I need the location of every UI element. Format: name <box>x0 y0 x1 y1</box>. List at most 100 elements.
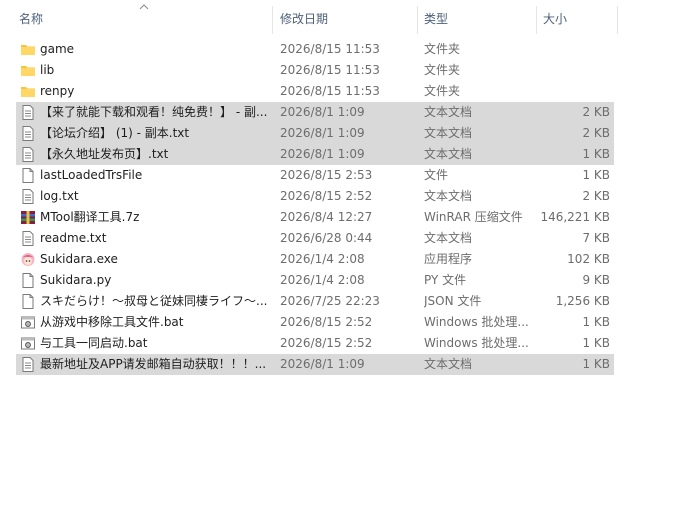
file-row[interactable]: 最新地址及APP请发邮箱自动获取！！！... 2026/8/1 1:09 文本文档 1… <box>16 354 614 375</box>
file-row[interactable]: 与工具一同启动.bat 2026/8/15 2:52 Windows 批处理... 1… <box>16 333 614 354</box>
file-name: game <box>40 42 75 56</box>
column-header-type-label: 类型 <box>424 12 449 26</box>
file-name: Sukidara.py <box>40 273 112 287</box>
winrar-archive-icon <box>20 209 36 226</box>
file-name: 【来了就能下载和观看！纯免费！】 - 副... <box>40 105 268 119</box>
file-type: 文本文档 <box>424 357 473 371</box>
file-row[interactable]: lib 2026/8/15 11:53 文件夹 <box>16 60 614 81</box>
file-row[interactable]: lastLoadedTrsFile 2026/8/15 2:53 文件 1 KB <box>16 165 614 186</box>
file-type: 文本文档 <box>424 105 473 119</box>
batch-file-icon <box>20 314 36 331</box>
column-header-modified[interactable]: 修改日期 <box>275 0 417 36</box>
file-modified-date: 2026/8/4 12:27 <box>280 210 373 224</box>
file-name: スキだらけ！～叔母と従妹同棲ライフ～... <box>40 294 268 308</box>
file-type: 文本文档 <box>424 147 473 161</box>
file-name: 从游戏中移除工具文件.bat <box>40 315 184 329</box>
file-row[interactable]: 【永久地址发布页】.txt 2026/8/1 1:09 文本文档 1 KB <box>16 144 614 165</box>
file-row[interactable]: game 2026/8/15 11:53 文件夹 <box>16 39 614 60</box>
column-header-name[interactable]: 名称 <box>14 0 272 36</box>
file-modified-date: 2026/8/15 11:53 <box>280 42 380 56</box>
file-name: Sukidara.exe <box>40 252 118 266</box>
file-type: 文件夹 <box>424 42 461 56</box>
column-header-modified-label: 修改日期 <box>280 12 329 26</box>
file-row[interactable]: 从游戏中移除工具文件.bat 2026/8/15 2:52 Windows 批处理.… <box>16 312 614 333</box>
file-type: 应用程序 <box>424 252 473 266</box>
column-header-bar: 名称 修改日期 类型 大小 <box>0 0 687 36</box>
file-type: Windows 批处理... <box>424 315 529 329</box>
batch-file-icon <box>20 335 36 352</box>
file-size: 1 KB <box>582 168 610 182</box>
file-row[interactable]: Sukidara.exe 2026/1/4 2:08 应用程序 102 KB <box>16 249 614 270</box>
file-size: 1 KB <box>582 315 610 329</box>
file-type: 文件 <box>424 168 449 182</box>
text-file-icon <box>20 230 36 247</box>
file-size: 1,256 KB <box>555 294 610 308</box>
file-modified-date: 2026/1/4 2:08 <box>280 273 365 287</box>
file-name: lastLoadedTrsFile <box>40 168 143 182</box>
file-modified-date: 2026/7/25 22:23 <box>280 294 380 308</box>
anime-app-icon <box>20 251 36 268</box>
column-divider[interactable] <box>617 6 618 34</box>
file-modified-date: 2026/8/1 1:09 <box>280 147 365 161</box>
file-name: readme.txt <box>40 231 107 245</box>
file-name: lib <box>40 63 55 77</box>
file-modified-date: 2026/6/28 0:44 <box>280 231 373 245</box>
text-file-icon <box>20 125 36 142</box>
file-size: 102 KB <box>567 252 610 266</box>
file-modified-date: 2026/8/15 2:53 <box>280 168 373 182</box>
file-size: 2 KB <box>582 105 610 119</box>
column-divider[interactable] <box>536 6 537 34</box>
file-type: 文件夹 <box>424 84 461 98</box>
file-modified-date: 2026/8/1 1:09 <box>280 126 365 140</box>
file-modified-date: 2026/1/4 2:08 <box>280 252 365 266</box>
file-size: 7 KB <box>582 231 610 245</box>
column-divider[interactable] <box>417 6 418 34</box>
file-type: Windows 批处理... <box>424 336 529 350</box>
file-type: WinRAR 压缩文件 <box>424 210 523 224</box>
file-modified-date: 2026/8/1 1:09 <box>280 357 365 371</box>
file-row[interactable]: Sukidara.py 2026/1/4 2:08 PY 文件 9 KB <box>16 270 614 291</box>
column-header-size-label: 大小 <box>543 12 568 26</box>
folder-icon <box>20 41 36 58</box>
file-size: 1 KB <box>582 147 610 161</box>
file-name: renpy <box>40 84 75 98</box>
file-name: log.txt <box>40 189 79 203</box>
file-row[interactable]: log.txt 2026/8/15 2:52 文本文档 2 KB <box>16 186 614 207</box>
file-modified-date: 2026/8/1 1:09 <box>280 105 365 119</box>
text-file-icon <box>20 356 36 373</box>
file-type: 文件夹 <box>424 63 461 77</box>
file-size: 2 KB <box>582 126 610 140</box>
file-row[interactable]: 【来了就能下载和观看！纯免费！】 - 副... 2026/8/1 1:09 文本文档… <box>16 102 614 123</box>
file-modified-date: 2026/8/15 2:52 <box>280 336 373 350</box>
python-file-icon <box>20 272 36 289</box>
file-name: 与工具一同启动.bat <box>40 336 148 350</box>
text-file-icon <box>20 104 36 121</box>
file-row[interactable]: MTool翻译工具.7z 2026/8/4 12:27 WinRAR 压缩文件 146… <box>16 207 614 228</box>
column-header-name-label: 名称 <box>19 12 44 26</box>
file-name: 最新地址及APP请发邮箱自动获取！！！... <box>40 357 267 371</box>
text-file-icon <box>20 146 36 163</box>
file-row[interactable]: スキだらけ！～叔母と従妹同棲ライフ～... 2026/7/25 22:23 JSON… <box>16 291 614 312</box>
file-modified-date: 2026/8/15 11:53 <box>280 63 380 77</box>
column-header-type[interactable]: 类型 <box>419 0 536 36</box>
file-size: 146,221 KB <box>540 210 610 224</box>
file-row[interactable]: renpy 2026/8/15 11:53 文件夹 <box>16 81 614 102</box>
file-size: 1 KB <box>582 336 610 350</box>
file-icon <box>20 167 36 184</box>
file-row[interactable]: 【论坛介绍】 (1) - 副本.txt 2026/8/1 1:09 文本文档 2 KB <box>16 123 614 144</box>
text-file-icon <box>20 188 36 205</box>
folder-icon <box>20 83 36 100</box>
file-type: 文本文档 <box>424 189 473 203</box>
file-name: 【论坛介绍】 (1) - 副本.txt <box>40 126 190 140</box>
column-divider[interactable] <box>272 6 273 34</box>
file-icon <box>20 293 36 310</box>
column-header-size[interactable]: 大小 <box>538 0 618 36</box>
file-type: 文本文档 <box>424 126 473 140</box>
file-name: MTool翻译工具.7z <box>40 210 140 224</box>
file-size: 9 KB <box>582 273 610 287</box>
file-size: 2 KB <box>582 189 610 203</box>
file-row[interactable]: readme.txt 2026/6/28 0:44 文本文档 7 KB <box>16 228 614 249</box>
file-size: 1 KB <box>582 357 610 371</box>
file-type: JSON 文件 <box>424 294 482 308</box>
file-name: 【永久地址发布页】.txt <box>40 147 169 161</box>
